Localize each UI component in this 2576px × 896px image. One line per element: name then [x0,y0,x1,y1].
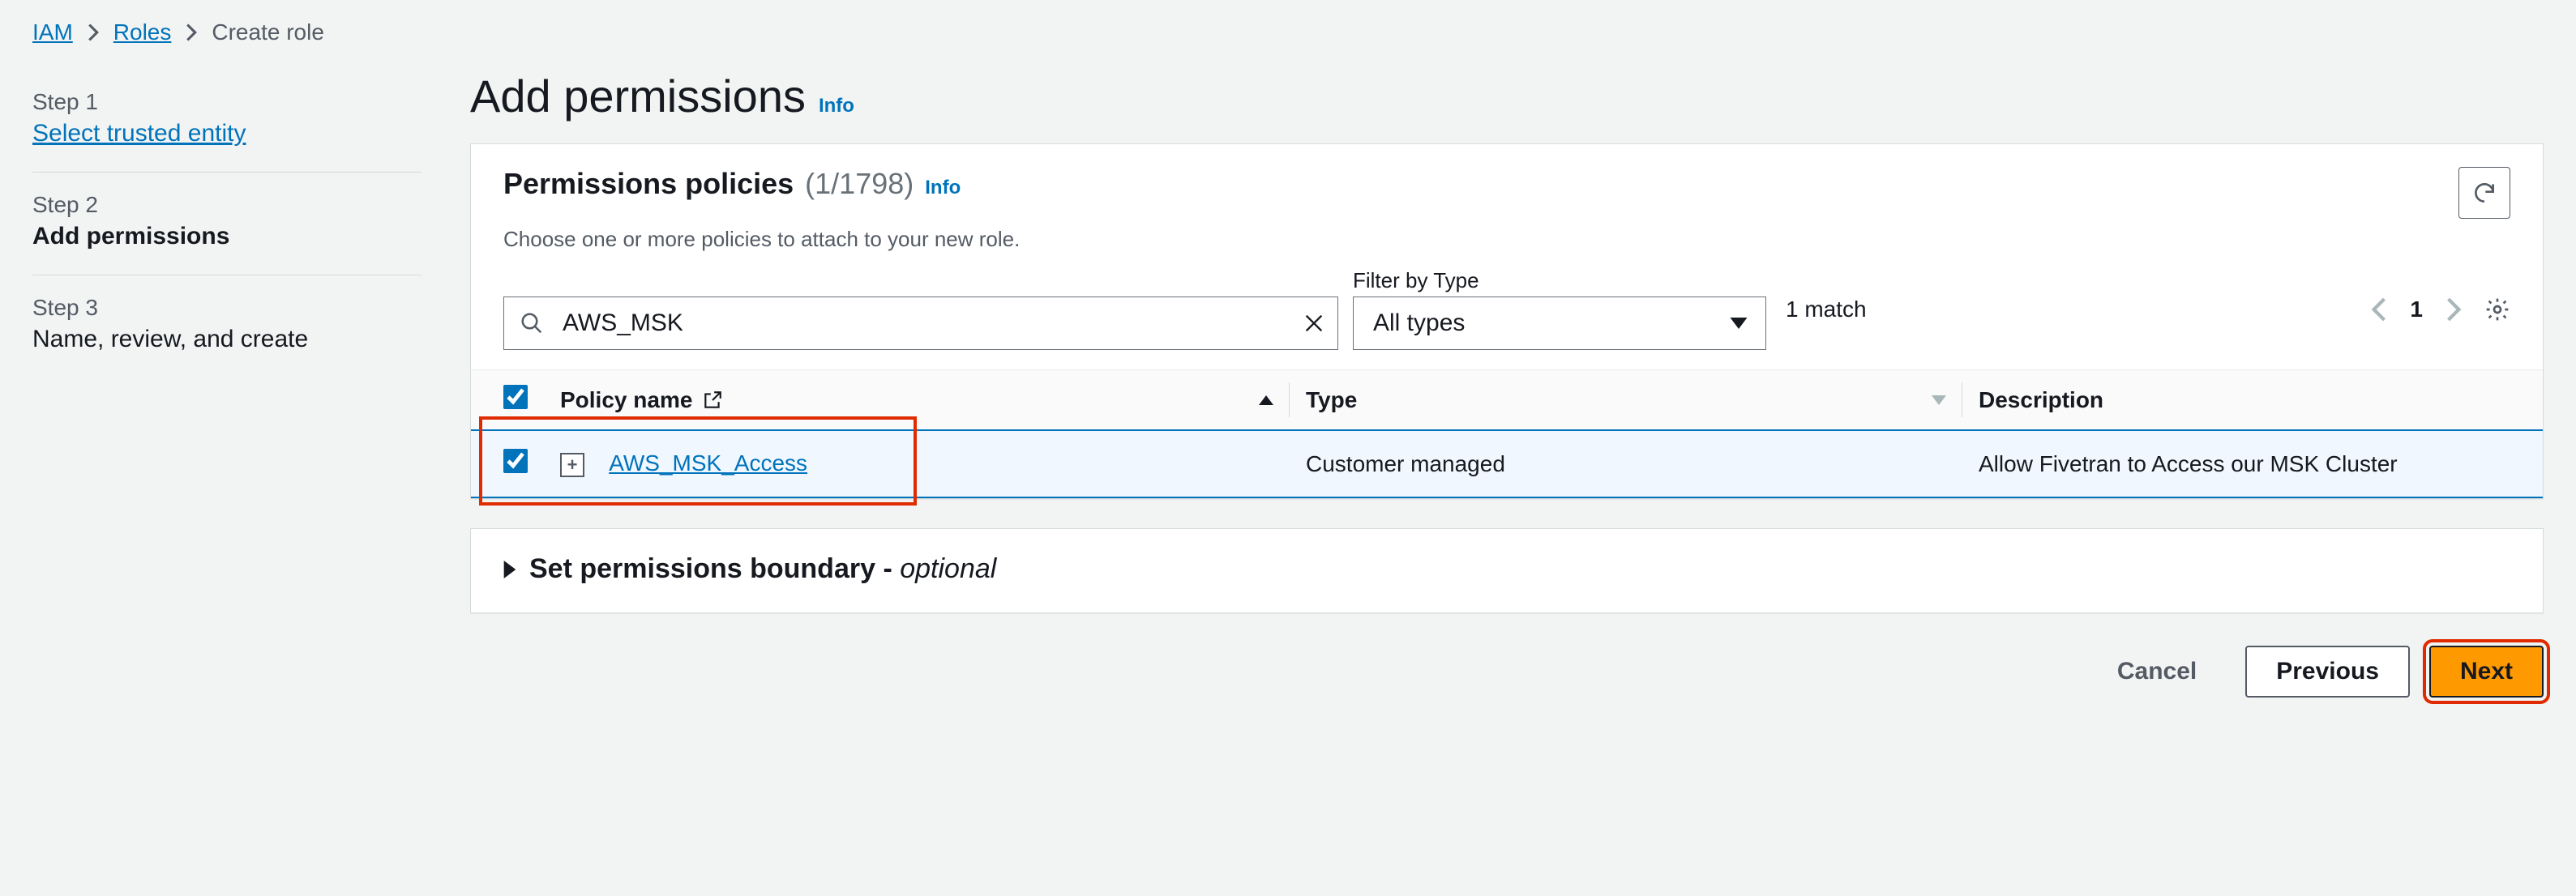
search-input[interactable] [503,297,1338,350]
permissions-boundary-section: Set permissions boundary - optional [470,528,2544,613]
gear-icon [2484,297,2510,322]
info-link[interactable]: Info [819,95,854,117]
breadcrumb-current: Create role [212,19,324,45]
policy-search [503,297,1338,350]
expand-row-button[interactable]: + [560,453,584,477]
policy-name-link[interactable]: AWS_MSK_Access [609,450,807,476]
cancel-button[interactable]: Cancel [2088,646,2226,698]
match-count: 1 match [1786,297,1867,322]
caret-right-icon [503,561,516,578]
permissions-boundary-toggle[interactable]: Set permissions boundary - optional [503,553,996,585]
breadcrumb-iam[interactable]: IAM [32,19,73,45]
page-title: Add permissions [470,70,806,122]
breadcrumb: IAM Roles Create role [0,0,2576,53]
select-all-checkbox[interactable] [503,385,528,409]
step-title: Name, review, and create [32,326,421,353]
close-icon [1303,312,1325,335]
chevron-right-icon [88,23,99,41]
next-button[interactable]: Next [2429,646,2544,698]
policy-type: Customer managed [1290,430,1962,497]
refresh-button[interactable] [2458,167,2510,219]
caret-down-icon [1730,318,1748,329]
col-header-type[interactable]: Type [1306,387,1357,413]
permissions-policies-card: Permissions policies (1/1798) Info Choos… [470,143,2544,499]
chevron-right-icon [186,23,197,41]
wizard-step-2: Step 2 Add permissions [32,173,421,275]
chevron-left-icon [2371,297,2387,322]
wizard-step-3: Step 3 Name, review, and create [32,275,421,378]
page-number: 1 [2410,297,2423,322]
filter-type-label: Filter by Type [1353,268,1766,293]
info-link[interactable]: Info [925,177,961,199]
policies-table: Policy name Type [471,369,2543,498]
pagination: 1 [2371,297,2510,322]
step-label: Step 1 [32,89,421,115]
card-title: Permissions policies [503,167,794,201]
refresh-icon [2471,180,2497,206]
filter-type-select[interactable]: All types [1353,297,1766,350]
table-row[interactable]: + AWS_MSK_Access Customer managed Allow … [471,430,2543,497]
step-title-active: Add permissions [32,223,421,250]
search-icon [520,311,544,335]
sort-asc-icon[interactable] [1259,395,1273,406]
main-content: Add permissions Info Permissions policie… [470,70,2544,698]
step-label: Step 3 [32,295,421,321]
col-header-policy-name[interactable]: Policy name [560,387,692,413]
footer-actions: Cancel Previous Next [470,642,2544,698]
wizard-steps: Step 1 Select trusted entity Step 2 Add … [32,70,421,378]
chevron-right-icon [2445,297,2462,322]
breadcrumb-roles[interactable]: Roles [113,19,172,45]
sort-none-icon[interactable] [1932,395,1946,406]
card-count: (1/1798) [805,167,914,201]
policy-description: Allow Fivetran to Access our MSK Cluster [1962,430,2543,497]
row-checkbox[interactable] [503,449,528,473]
boundary-label-optional: optional [900,553,996,584]
clear-search-button[interactable] [1303,312,1325,335]
step-title-link[interactable]: Select trusted entity [32,120,246,147]
page-next-button[interactable] [2445,297,2462,322]
table-settings-button[interactable] [2484,297,2510,322]
filter-type-value: All types [1373,309,1465,337]
card-subtitle: Choose one or more policies to attach to… [471,224,2543,268]
external-link-icon [702,390,723,411]
step-label: Step 2 [32,192,421,218]
col-header-description[interactable]: Description [1979,387,2103,413]
previous-button[interactable]: Previous [2245,646,2410,698]
page-prev-button[interactable] [2371,297,2387,322]
wizard-step-1[interactable]: Step 1 Select trusted entity [32,70,421,173]
boundary-label-main: Set permissions boundary - [529,553,900,584]
